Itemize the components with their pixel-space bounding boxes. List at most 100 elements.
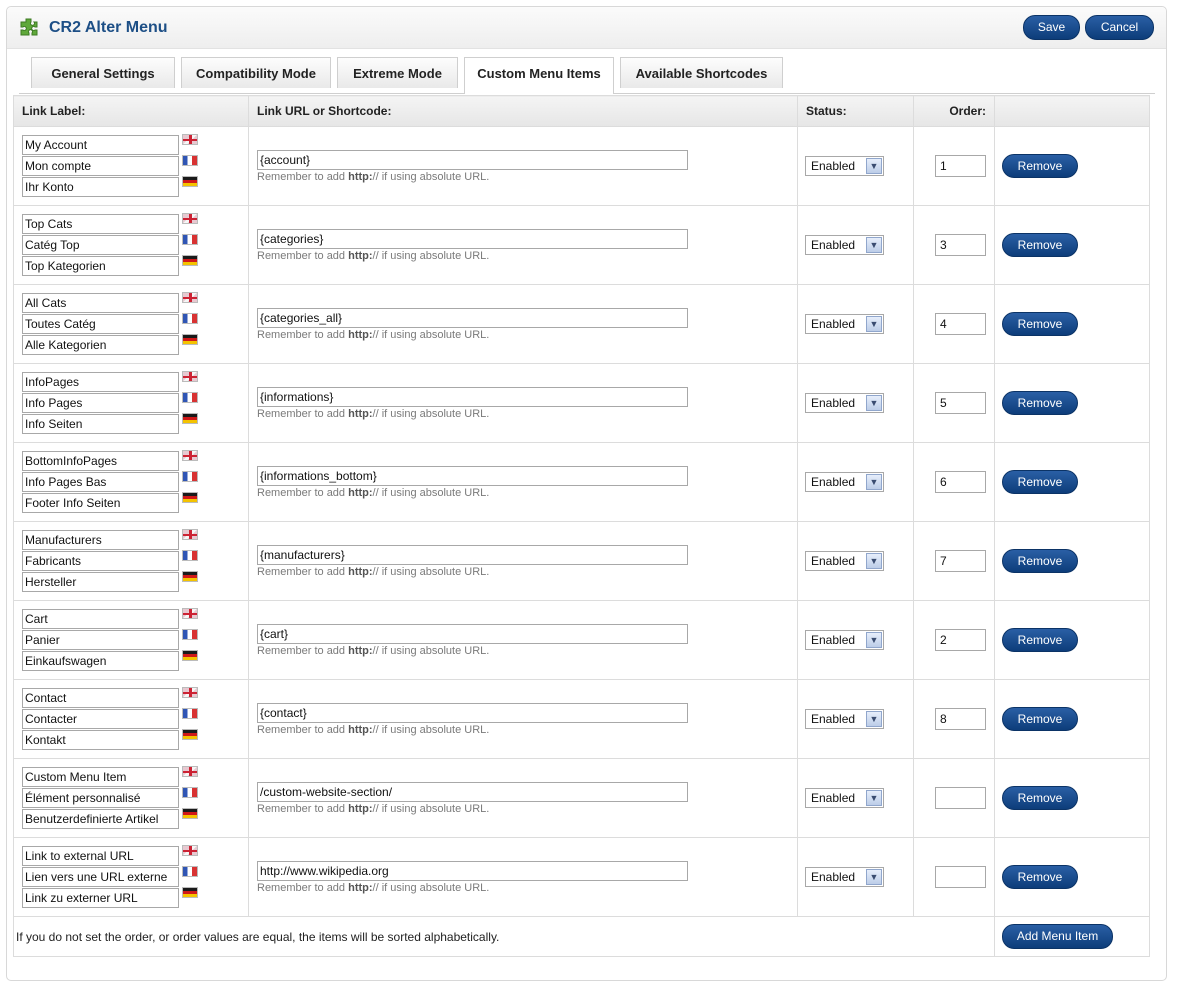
status-select[interactable]: Enabled ▼ xyxy=(805,235,884,255)
label-input-en[interactable]: Custom Menu Item xyxy=(22,767,179,787)
chevron-down-icon[interactable]: ▼ xyxy=(866,237,882,253)
label-input-fr[interactable]: Mon compte xyxy=(22,156,179,176)
label-input-de[interactable]: Hersteller xyxy=(22,572,179,592)
remove-button[interactable]: Remove xyxy=(1002,154,1078,178)
url-input[interactable]: /custom-website-section/ xyxy=(257,782,688,802)
url-hint: Remember to add http:// if using absolut… xyxy=(257,408,489,420)
label-input-en[interactable]: My Account xyxy=(22,135,179,155)
chevron-down-icon[interactable]: ▼ xyxy=(866,632,882,648)
remove-button[interactable]: Remove xyxy=(1002,707,1078,731)
order-input[interactable] xyxy=(935,787,986,809)
url-input[interactable]: {categories_all} xyxy=(257,308,688,328)
label-input-fr[interactable]: Info Pages Bas xyxy=(22,472,179,492)
tab-general-settings[interactable]: General Settings xyxy=(31,57,175,88)
url-input[interactable]: {categories} xyxy=(257,229,688,249)
url-input[interactable]: {informations_bottom} xyxy=(257,466,688,486)
label-cell: Top Cats Catég Top Top Kategorien xyxy=(13,205,249,285)
label-input-fr[interactable]: Panier xyxy=(22,630,179,650)
label-input-de[interactable]: Benutzerdefinierte Artikel xyxy=(22,809,179,829)
status-select[interactable]: Enabled ▼ xyxy=(805,156,884,176)
url-input[interactable]: http://www.wikipedia.org xyxy=(257,861,688,881)
status-value: Enabled xyxy=(811,317,856,331)
remove-button[interactable]: Remove xyxy=(1002,786,1078,810)
label-input-en[interactable]: Manufacturers xyxy=(22,530,179,550)
order-input[interactable]: 3 xyxy=(935,234,986,256)
label-input-de[interactable]: Ihr Konto xyxy=(22,177,179,197)
label-input-fr[interactable]: Lien vers une URL externe xyxy=(22,867,179,887)
remove-button[interactable]: Remove xyxy=(1002,470,1078,494)
tab-extreme-mode[interactable]: Extreme Mode xyxy=(337,57,458,88)
label-input-en[interactable]: Top Cats xyxy=(22,214,179,234)
tab-custom-menu-items[interactable]: Custom Menu Items xyxy=(464,57,614,94)
label-input-de[interactable]: Kontakt xyxy=(22,730,179,750)
chevron-down-icon[interactable]: ▼ xyxy=(866,869,882,885)
cancel-button[interactable]: Cancel xyxy=(1085,15,1154,40)
remove-button[interactable]: Remove xyxy=(1002,865,1078,889)
menu-item-row: BottomInfoPages Info Pages Bas Footer Info… xyxy=(13,442,1150,522)
label-input-en[interactable]: Link to external URL xyxy=(22,846,179,866)
order-input[interactable]: 1 xyxy=(935,155,986,177)
label-input-fr[interactable]: Contacter xyxy=(22,709,179,729)
order-input[interactable]: 4 xyxy=(935,313,986,335)
label-input-fr[interactable]: Toutes Catég xyxy=(22,314,179,334)
chevron-down-icon[interactable]: ▼ xyxy=(866,158,882,174)
url-input[interactable]: {manufacturers} xyxy=(257,545,688,565)
remove-button[interactable]: Remove xyxy=(1002,549,1078,573)
url-input[interactable]: {contact} xyxy=(257,703,688,723)
remove-button[interactable]: Remove xyxy=(1002,233,1078,257)
url-input[interactable]: {cart} xyxy=(257,624,688,644)
status-select[interactable]: Enabled ▼ xyxy=(805,867,884,887)
status-select[interactable]: Enabled ▼ xyxy=(805,630,884,650)
label-input-en[interactable]: InfoPages xyxy=(22,372,179,392)
order-input[interactable]: 7 xyxy=(935,550,986,572)
label-input-en[interactable]: Cart xyxy=(22,609,179,629)
remove-button[interactable]: Remove xyxy=(1002,391,1078,415)
status-select[interactable]: Enabled ▼ xyxy=(805,551,884,571)
status-select[interactable]: Enabled ▼ xyxy=(805,314,884,334)
label-input-de[interactable]: Einkaufswagen xyxy=(22,651,179,671)
remove-button[interactable]: Remove xyxy=(1002,312,1078,336)
chevron-down-icon[interactable]: ▼ xyxy=(866,711,882,727)
tab-available-shortcodes[interactable]: Available Shortcodes xyxy=(620,57,783,88)
order-input[interactable] xyxy=(935,866,986,888)
label-cell: BottomInfoPages Info Pages Bas Footer Info… xyxy=(13,442,249,522)
status-cell: Enabled ▼ xyxy=(797,600,914,680)
chevron-down-icon[interactable]: ▼ xyxy=(866,553,882,569)
actions-cell: Remove xyxy=(994,363,1150,443)
chevron-down-icon[interactable]: ▼ xyxy=(866,395,882,411)
label-input-de[interactable]: Top Kategorien xyxy=(22,256,179,276)
chevron-down-icon[interactable]: ▼ xyxy=(866,316,882,332)
chevron-down-icon[interactable]: ▼ xyxy=(866,790,882,806)
order-input[interactable]: 2 xyxy=(935,629,986,651)
flag-de-icon xyxy=(182,650,198,661)
label-input-en[interactable]: BottomInfoPages xyxy=(22,451,179,471)
order-input[interactable]: 8 xyxy=(935,708,986,730)
flag-en-icon xyxy=(182,371,198,382)
label-input-fr[interactable]: Info Pages xyxy=(22,393,179,413)
status-select[interactable]: Enabled ▼ xyxy=(805,472,884,492)
label-input-de[interactable]: Footer Info Seiten xyxy=(22,493,179,513)
save-button[interactable]: Save xyxy=(1023,15,1080,40)
order-input[interactable]: 6 xyxy=(935,471,986,493)
label-input-en[interactable]: All Cats xyxy=(22,293,179,313)
tab-compatibility-mode[interactable]: Compatibility Mode xyxy=(181,57,331,88)
order-input[interactable]: 5 xyxy=(935,392,986,414)
status-select[interactable]: Enabled ▼ xyxy=(805,788,884,808)
actions-cell: Remove xyxy=(994,679,1150,759)
label-input-de[interactable]: Alle Kategorien xyxy=(22,335,179,355)
label-input-en[interactable]: Contact xyxy=(22,688,179,708)
label-input-de[interactable]: Link zu externer URL xyxy=(22,888,179,908)
flag-de-icon xyxy=(182,255,198,266)
menu-item-row: Custom Menu Item Élément personnalisé Benu… xyxy=(13,758,1150,838)
chevron-down-icon[interactable]: ▼ xyxy=(866,474,882,490)
remove-button[interactable]: Remove xyxy=(1002,628,1078,652)
status-select[interactable]: Enabled ▼ xyxy=(805,393,884,413)
url-input[interactable]: {account} xyxy=(257,150,688,170)
add-menu-item-button[interactable]: Add Menu Item xyxy=(1002,924,1113,949)
label-input-de[interactable]: Info Seiten xyxy=(22,414,179,434)
label-input-fr[interactable]: Catég Top xyxy=(22,235,179,255)
label-input-fr[interactable]: Élément personnalisé xyxy=(22,788,179,808)
label-input-fr[interactable]: Fabricants xyxy=(22,551,179,571)
url-input[interactable]: {informations} xyxy=(257,387,688,407)
status-select[interactable]: Enabled ▼ xyxy=(805,709,884,729)
